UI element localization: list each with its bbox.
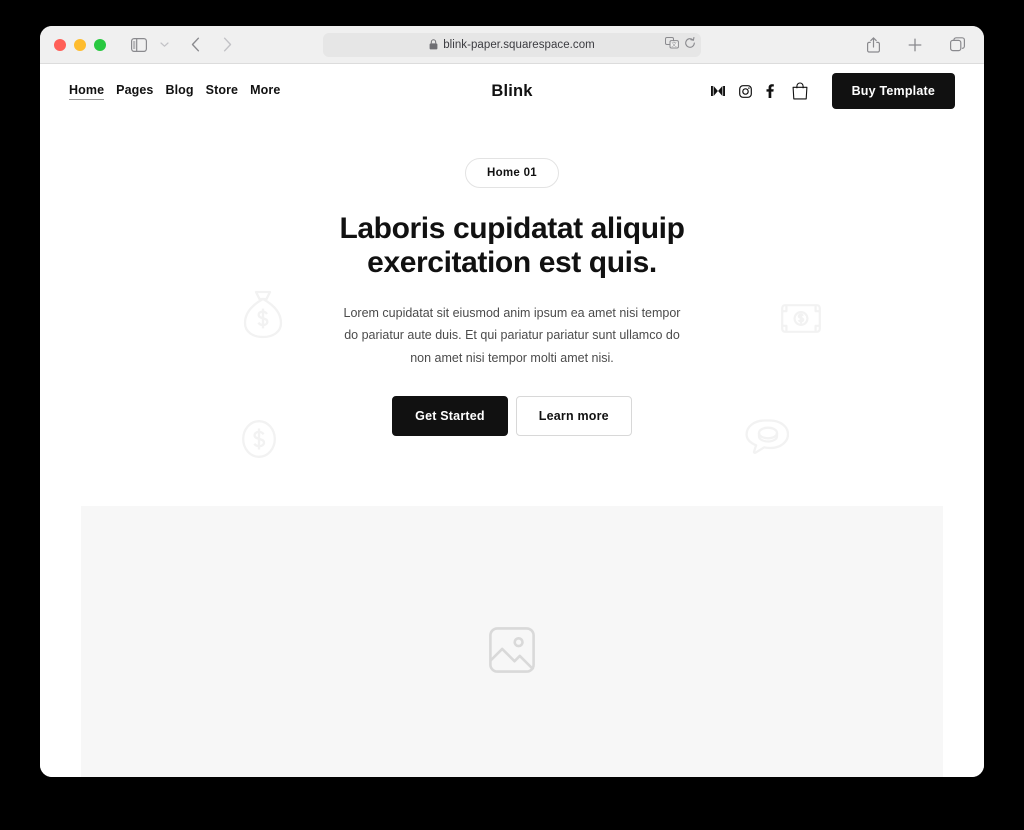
reload-icon[interactable] <box>684 36 696 54</box>
instagram-icon[interactable] <box>738 84 752 98</box>
primary-navigation: Home Pages Blog Store More <box>69 83 280 100</box>
hero-actions: Get Started Learn more <box>40 395 984 436</box>
browser-window: blink-paper.squarespace.com 文 Home Pages… <box>40 26 984 777</box>
nav-item-more[interactable]: More <box>250 83 280 99</box>
nav-item-blog[interactable]: Blog <box>165 83 193 99</box>
banknote-icon <box>781 304 821 338</box>
money-bag-icon <box>242 290 284 345</box>
navigation-arrows <box>182 33 240 57</box>
hero-badge: Home 01 <box>464 158 560 188</box>
browser-toolbar: blink-paper.squarespace.com 文 <box>40 26 984 64</box>
share-icon[interactable] <box>860 33 886 57</box>
learn-more-button[interactable]: Learn more <box>515 395 632 436</box>
buy-template-button[interactable]: Buy Template <box>831 73 955 109</box>
facebook-icon[interactable] <box>766 84 774 98</box>
shopping-bag-icon[interactable] <box>792 82 808 100</box>
sidebar-controls <box>126 33 172 57</box>
address-bar-actions: 文 <box>665 36 696 54</box>
site-viewport: Home Pages Blog Store More Blink Buy Tem… <box>40 64 984 777</box>
get-started-button[interactable]: Get Started <box>392 395 508 436</box>
sidebar-icon[interactable] <box>126 33 152 57</box>
image-placeholder-block <box>81 505 943 777</box>
nav-item-home[interactable]: Home <box>69 83 105 100</box>
back-button[interactable] <box>182 33 208 57</box>
nav-item-pages[interactable]: Pages <box>116 83 153 99</box>
lock-icon <box>429 39 438 50</box>
new-tab-icon[interactable] <box>902 33 928 57</box>
site-logo[interactable]: Blink <box>491 82 532 101</box>
header-actions: Buy Template <box>710 73 955 109</box>
close-window-button[interactable] <box>54 38 66 51</box>
site-header: Home Pages Blog Store More Blink Buy Tem… <box>40 64 984 118</box>
hero-section: Home 01 Laboris cupidatat aliquip exerci… <box>40 118 984 458</box>
nav-item-store[interactable]: Store <box>206 83 238 99</box>
window-controls <box>54 38 106 51</box>
url-text: blink-paper.squarespace.com <box>443 38 595 51</box>
svg-text:文: 文 <box>671 40 677 48</box>
forward-button[interactable] <box>214 33 240 57</box>
chevron-down-icon[interactable] <box>156 33 172 57</box>
maximize-window-button[interactable] <box>94 38 106 51</box>
tab-overview-icon[interactable] <box>944 33 970 57</box>
hero-subtitle: Lorem cupidatat sit eiusmod anim ipsum e… <box>343 306 681 365</box>
translate-icon[interactable]: 文 <box>665 36 679 54</box>
minimize-window-button[interactable] <box>74 38 86 51</box>
image-placeholder-icon <box>489 627 535 678</box>
toolbar-actions <box>860 33 970 57</box>
address-bar[interactable]: blink-paper.squarespace.com 文 <box>323 32 701 57</box>
hero-title: Laboris cupidatat aliquip exercitation e… <box>339 212 685 279</box>
medium-icon[interactable] <box>710 85 725 97</box>
